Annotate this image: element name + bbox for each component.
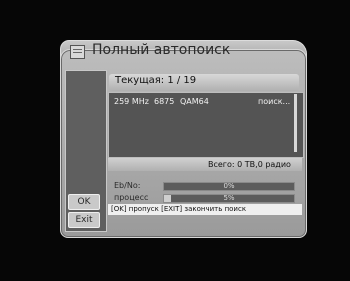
totals-text: Всего: 0 ТВ,0 радио — [208, 160, 291, 169]
dialog-title: Полный автопоиск — [92, 42, 231, 58]
ok-button[interactable]: OK — [68, 194, 100, 210]
current-transponder-label: Текущая: 1 / 19 — [115, 75, 197, 86]
ebno-label: Eb/No: — [114, 181, 141, 190]
progress-bar: 5% — [163, 194, 295, 203]
progress-label: процесс — [114, 193, 149, 202]
scrollbar[interactable] — [294, 94, 297, 152]
key-hint: [OK] пропуск [EXIT] закончить поиск — [108, 204, 302, 215]
ebno-bar: 0% — [163, 182, 295, 191]
scan-symbol-rate: 6875 — [154, 97, 175, 106]
menu-icon — [70, 45, 85, 59]
exit-button[interactable]: Exit — [68, 212, 100, 228]
ebno-value: 0% — [223, 182, 235, 190]
scan-status: поиск... — [258, 97, 291, 106]
progress-value: 5% — [223, 194, 235, 202]
scan-frequency: 259 MHz — [114, 97, 149, 106]
scan-modulation: QAM64 — [180, 97, 209, 106]
